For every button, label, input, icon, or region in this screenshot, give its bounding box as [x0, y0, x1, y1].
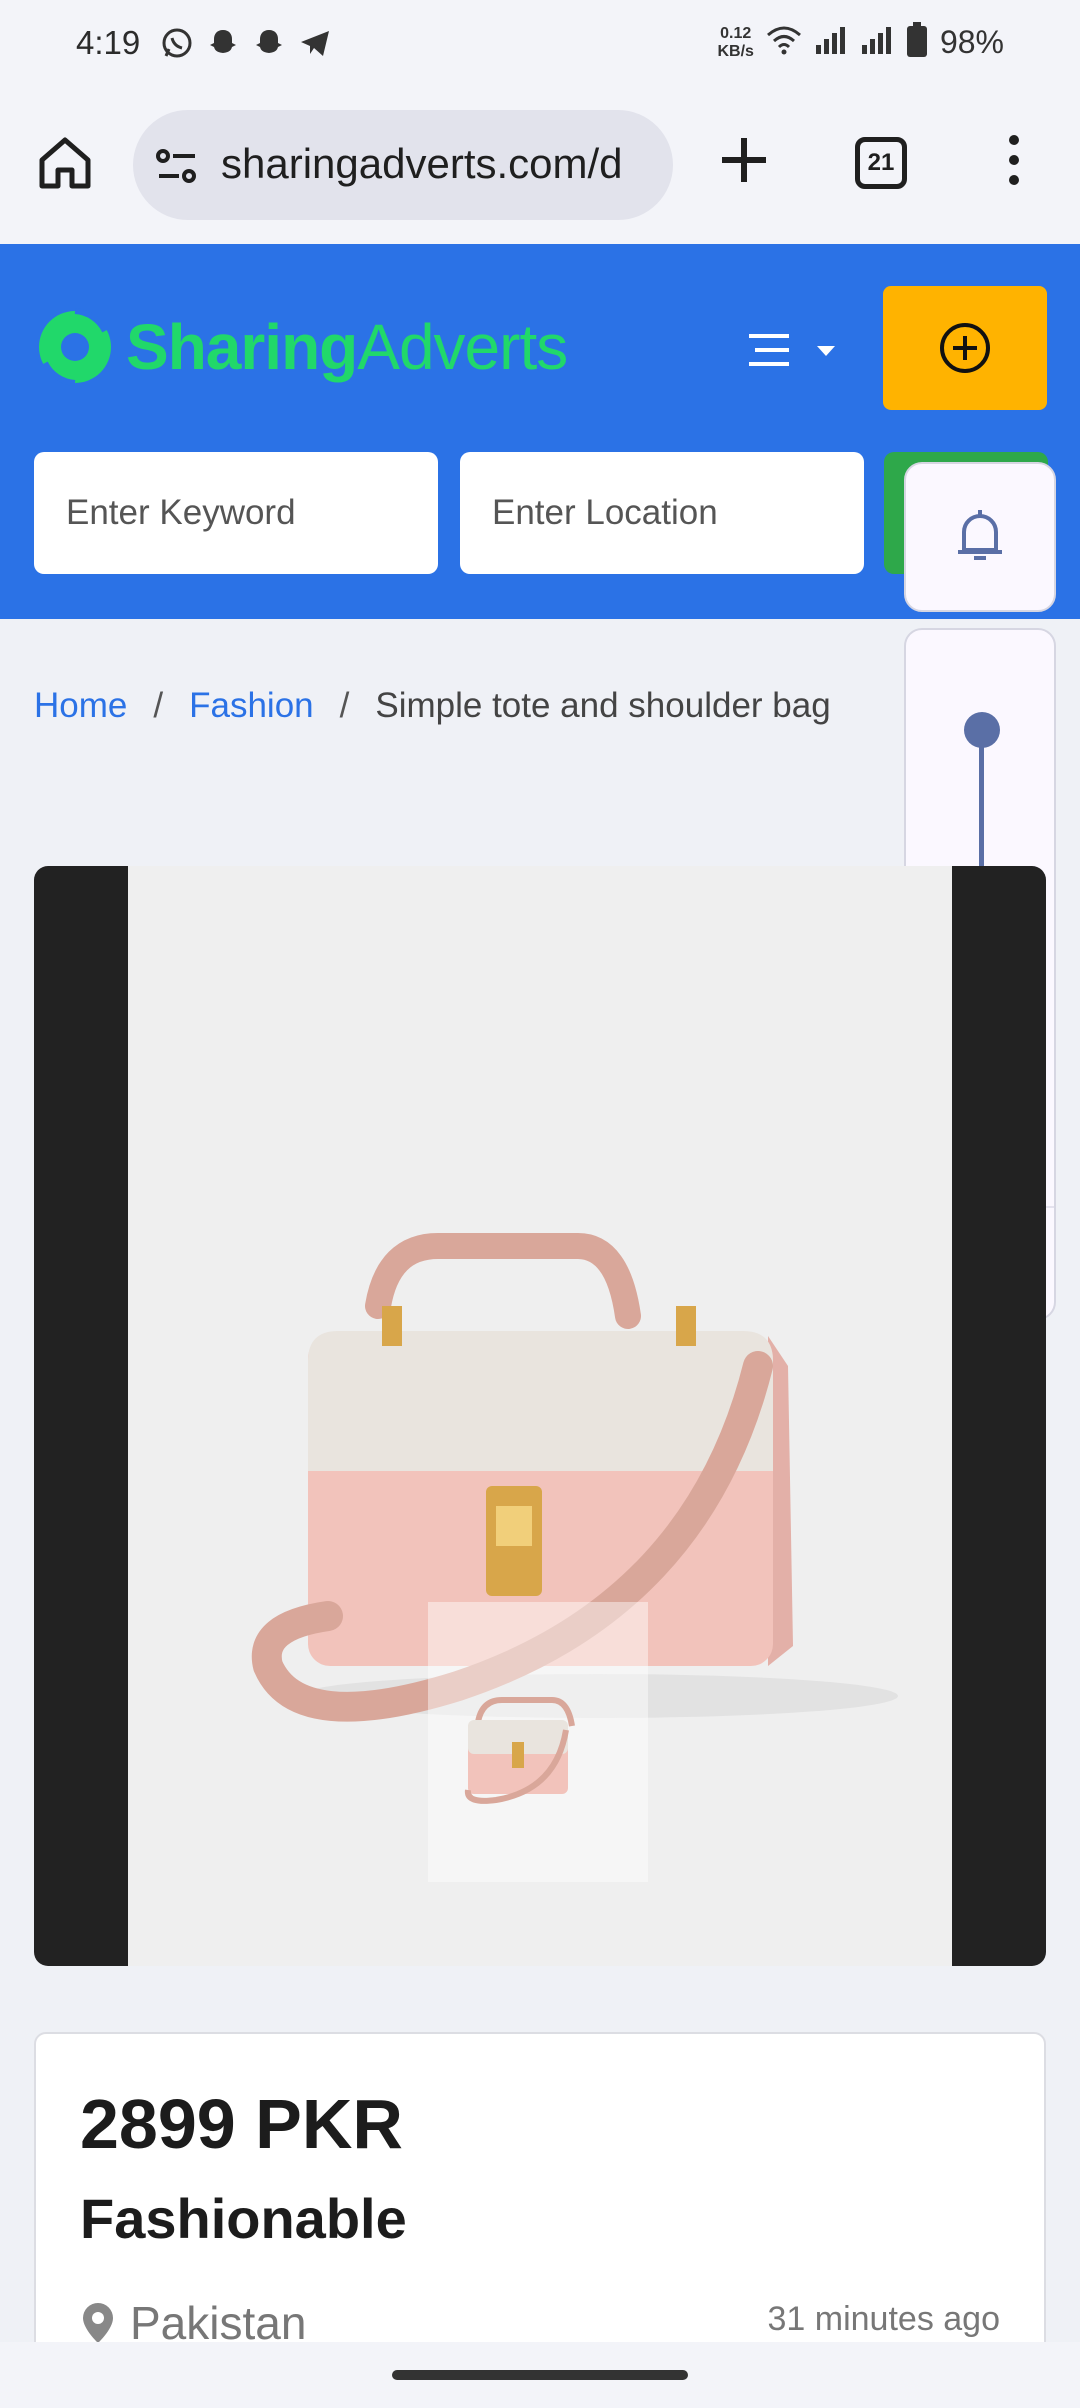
breadcrumb: Home / Fashion / Simple tote and shoulde…: [34, 686, 831, 726]
snapchat-icon: [206, 26, 240, 60]
post-ad-button[interactable]: [883, 286, 1047, 410]
keyword-input[interactable]: Enter Keyword: [34, 452, 438, 574]
logo-icon: [39, 308, 111, 386]
location-pin-icon: [83, 2303, 113, 2343]
breadcrumb-separator: /: [339, 686, 350, 725]
status-time: 4:19: [76, 24, 141, 61]
whatsapp-icon: [160, 26, 194, 60]
network-speed: 0.12 KB/s: [717, 24, 754, 60]
status-bar: 4:19 0.12 KB/s 98%: [0, 0, 1080, 88]
logo-text: SharingAdverts: [126, 311, 568, 383]
product-photo[interactable]: [128, 866, 952, 1966]
volume-slider-handle[interactable]: [964, 712, 1000, 748]
telegram-icon: [298, 26, 332, 60]
browser-menu-button[interactable]: [992, 128, 1036, 192]
plus-circle-icon: [940, 323, 990, 373]
more-vert-icon: [1009, 135, 1019, 185]
listing-price: 2899 PKR: [80, 2085, 403, 2163]
bell-icon: [958, 510, 1002, 560]
site-logo[interactable]: SharingAdverts: [36, 292, 568, 402]
caret-down-icon: [817, 346, 835, 356]
thumbnail-preview[interactable]: [428, 1602, 648, 1882]
breadcrumb-home-link[interactable]: Home: [34, 686, 127, 726]
plus-icon: [722, 138, 766, 182]
notification-icons: [160, 26, 332, 60]
battery-percent: 98%: [939, 24, 1004, 60]
snapchat-icon: [252, 26, 286, 60]
nav-menu-toggle[interactable]: [745, 326, 845, 376]
location-input[interactable]: Enter Location: [460, 452, 864, 574]
url-text[interactable]: sharingadverts.com/d: [221, 140, 623, 188]
breadcrumb-current: Simple tote and shoulder bag: [375, 686, 831, 725]
browser-toolbar: sharingadverts.com/d 21: [0, 88, 1080, 244]
address-bar[interactable]: sharingadverts.com/d: [133, 110, 673, 220]
tab-switcher-button[interactable]: 21: [855, 137, 907, 189]
new-tab-button[interactable]: [712, 128, 776, 192]
battery-icon: [906, 22, 928, 63]
system-nav-bar: [0, 2342, 1080, 2408]
signal-icon: [860, 25, 894, 60]
thumbnail-image: [464, 1697, 575, 1804]
ringer-mode-button[interactable]: [904, 462, 1056, 612]
signal-icon: [814, 25, 848, 60]
wifi-icon: [766, 25, 802, 60]
home-button[interactable]: [34, 132, 96, 194]
status-indicators: 0.12 KB/s 98%: [717, 22, 1004, 63]
product-image-gallery[interactable]: [34, 866, 1046, 1966]
site-settings-icon[interactable]: [155, 146, 199, 186]
breadcrumb-category-link[interactable]: Fashion: [189, 686, 314, 726]
home-icon: [39, 137, 91, 189]
gesture-handle[interactable]: [392, 2370, 688, 2380]
posted-time: 31 minutes ago: [767, 2300, 1001, 2338]
menu-lines-icon: [749, 334, 835, 366]
breadcrumb-separator: /: [153, 686, 164, 725]
listing-title: Fashionable: [80, 2187, 407, 2250]
